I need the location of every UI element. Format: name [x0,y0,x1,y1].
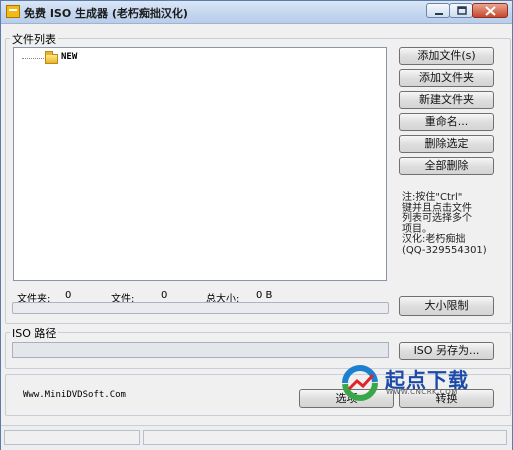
tree-root-item[interactable]: NEW [61,52,77,62]
folders-count: 0 [65,290,72,301]
watermark-subtext: WWW.CNCRK.COM [386,388,458,396]
app-icon [6,5,20,18]
main-window: 免费 ISO 生成器 (老朽痴拙汉化) 文件列表 NEW 添加文件(s) 添加文… [0,0,513,450]
size-progress-bar [12,302,389,314]
size-limit-button[interactable]: 大小限制 [399,296,494,316]
files-count: 0 [161,290,168,301]
delete-selected-button[interactable]: 删除选定 [399,135,494,153]
add-folder-button[interactable]: 添加文件夹 [399,69,494,87]
status-pane-left [4,430,140,445]
file-list-group-label: 文件列表 [10,31,58,47]
status-bar [1,425,512,450]
iso-path-field[interactable] [12,342,389,358]
delete-all-button[interactable]: 全部删除 [399,157,494,175]
window-title: 免费 ISO 生成器 (老朽痴拙汉化) [24,7,188,20]
title-bar[interactable]: 免费 ISO 生成器 (老朽痴拙汉化) [1,1,512,24]
minimize-button[interactable] [426,3,450,18]
add-files-button[interactable]: 添加文件(s) [399,47,494,65]
maximize-icon [457,6,467,15]
iso-path-group-label: ISO 路径 [10,325,59,341]
minimize-icon [435,13,443,15]
total-size-value: 0 B [256,290,273,301]
maximize-button[interactable] [449,3,473,18]
watermark-swirl-icon [342,365,378,401]
website-link[interactable]: Www.MiniDVDSoft.Com [23,390,126,400]
close-icon [485,6,496,16]
new-folder-button[interactable]: 新建文件夹 [399,91,494,109]
watermark-logo: 起点下载 WWW.CNCRK.COM [340,363,500,403]
folder-icon [45,51,58,64]
usage-note: 注:按住"Ctrl" 键并且点击文件 列表可选择多个 项目。 汉化:老朽痴拙 (… [402,192,487,256]
status-pane-right [143,430,507,445]
rename-button[interactable]: 重命名... [399,113,494,131]
tree-connector [22,58,44,59]
save-iso-as-button[interactable]: ISO 另存为... [399,342,494,360]
close-button[interactable] [472,3,508,18]
file-tree[interactable]: NEW [13,47,387,281]
